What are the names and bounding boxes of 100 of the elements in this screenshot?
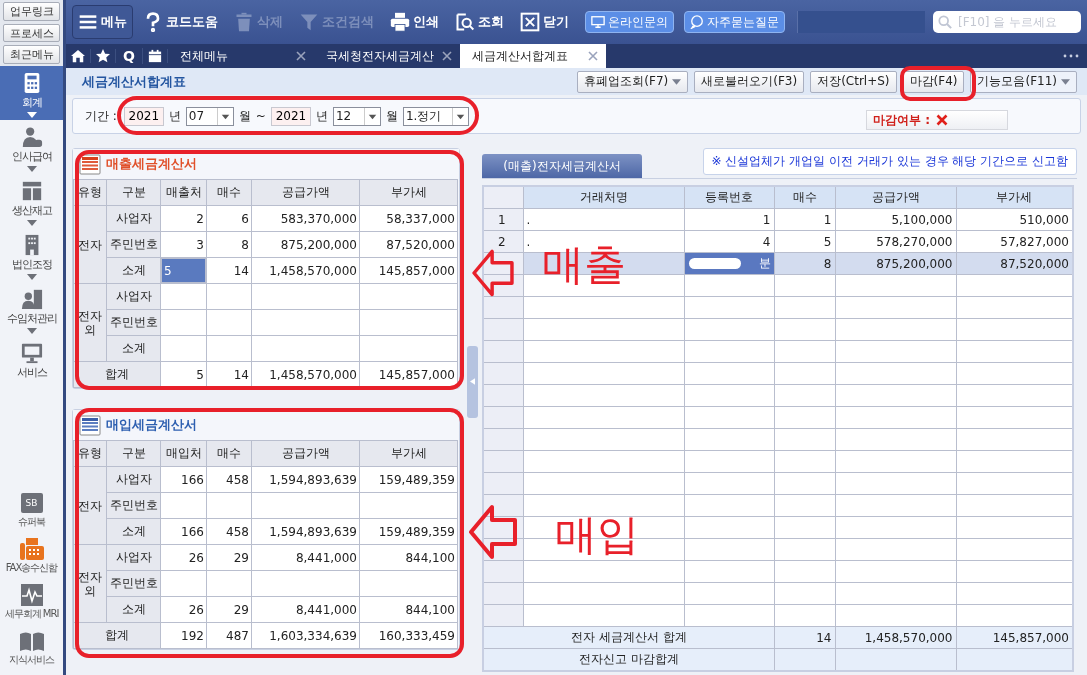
more-icon[interactable] bbox=[1063, 54, 1079, 58]
table-cell[interactable]: 1 bbox=[684, 208, 774, 231]
table-cell[interactable] bbox=[206, 492, 252, 519]
table-cell[interactable] bbox=[251, 492, 360, 519]
table-cell[interactable]: 159,489,359 bbox=[359, 466, 458, 493]
table-cell[interactable]: 192 bbox=[160, 622, 207, 649]
table-cell[interactable]: 875,200,000 bbox=[251, 231, 360, 258]
year-field[interactable]: 2021 bbox=[123, 106, 164, 126]
quick-link-button[interactable]: 프로세스 bbox=[3, 23, 60, 43]
action-button[interactable]: 마감(F4) bbox=[902, 70, 965, 93]
toolbar-button[interactable]: 인쇄 bbox=[384, 5, 445, 39]
table-cell[interactable] bbox=[251, 283, 360, 310]
quick-link-button[interactable]: 업무링크 bbox=[3, 2, 60, 21]
table-cell[interactable]: 58,337,000 bbox=[359, 205, 458, 232]
table-cell[interactable] bbox=[359, 309, 458, 336]
search-field[interactable]: [F10] 을 누르세요 bbox=[933, 11, 1081, 33]
table-cell[interactable] bbox=[251, 570, 360, 597]
table-cell[interactable]: 159,489,359 bbox=[359, 518, 458, 545]
table-cell[interactable] bbox=[206, 570, 252, 597]
quick-link-button[interactable]: 최근메뉴 bbox=[3, 45, 60, 64]
close-icon[interactable] bbox=[295, 51, 306, 61]
module-menu-item[interactable]: 법인조정 bbox=[0, 228, 63, 282]
table-cell[interactable]: 166 bbox=[160, 518, 207, 545]
table-cell[interactable] bbox=[160, 570, 207, 597]
table-cell[interactable]: 844,100 bbox=[359, 596, 458, 623]
action-button[interactable]: 저장(Ctrl+S) bbox=[810, 70, 897, 93]
close-icon[interactable] bbox=[587, 51, 598, 61]
module-menu-item[interactable]: 서비스 bbox=[0, 336, 63, 390]
service-shortcut[interactable]: 세무회계 MRI bbox=[0, 583, 63, 629]
toolbar-button[interactable]: 닫기 bbox=[514, 5, 575, 39]
close-icon[interactable] bbox=[441, 51, 452, 61]
table-cell[interactable]: 458 bbox=[206, 518, 252, 545]
document-tab[interactable]: 전체메뉴 bbox=[167, 44, 314, 68]
table-cell[interactable]: 8 bbox=[206, 231, 252, 258]
table-cell[interactable]: 458 bbox=[206, 466, 252, 493]
table-cell[interactable]: 1,594,893,639 bbox=[251, 518, 360, 545]
caret-icon bbox=[26, 220, 37, 226]
document-tab[interactable]: 세금계산서합계표 bbox=[459, 44, 606, 68]
quick-search-button[interactable]: Q bbox=[116, 48, 143, 64]
table-cell[interactable] bbox=[206, 309, 252, 336]
table-cell[interactable] bbox=[160, 283, 207, 310]
unit-label: 년 bbox=[315, 107, 328, 125]
module-menu-item[interactable]: 생산재고 bbox=[0, 174, 63, 228]
year-field[interactable]: 2021 bbox=[270, 106, 311, 126]
table-cell[interactable]: 2 bbox=[160, 205, 207, 232]
table-cell[interactable]: 29 bbox=[206, 596, 252, 623]
table-cell[interactable]: 583,370,000 bbox=[251, 205, 360, 232]
service-shortcut[interactable]: 지식서비스 bbox=[0, 629, 63, 675]
table-cell[interactable]: 844,100 bbox=[359, 544, 458, 571]
table-cell[interactable]: 578,270,000 bbox=[835, 230, 956, 253]
table-cell[interactable]: 1,458,570,000 bbox=[251, 257, 360, 284]
table-cell[interactable] bbox=[160, 309, 207, 336]
table-cell[interactable]: 145,857,000 bbox=[359, 257, 458, 284]
table-cell[interactable] bbox=[359, 283, 458, 310]
table-cell[interactable] bbox=[160, 335, 207, 362]
table-cell[interactable]: 4 bbox=[684, 230, 774, 253]
table-cell[interactable]: 5,100,000 bbox=[835, 208, 956, 231]
table-cell[interactable]: 8,441,000 bbox=[251, 596, 360, 623]
list-tab[interactable]: (매출)전자세금계산서 bbox=[482, 154, 642, 178]
table-cell[interactable]: 1 bbox=[774, 208, 835, 231]
table-cell[interactable]: 487 bbox=[206, 622, 252, 649]
table-cell[interactable]: 5 bbox=[774, 230, 835, 253]
module-menu-item[interactable]: 수임처관리 bbox=[0, 282, 63, 336]
table-cell[interactable] bbox=[160, 492, 207, 519]
table-cell[interactable] bbox=[206, 335, 252, 362]
toolbar-button[interactable]: 조회 bbox=[449, 5, 510, 39]
table-cell[interactable]: 1,603,334,639 bbox=[251, 622, 360, 649]
action-button[interactable]: 새로불러오기(F3) bbox=[694, 70, 805, 93]
panel-splitter[interactable] bbox=[466, 345, 478, 418]
table-cell[interactable]: 14 bbox=[206, 257, 252, 284]
table-cell[interactable] bbox=[359, 335, 458, 362]
table-cell[interactable]: 160,333,459 bbox=[359, 622, 458, 649]
table-cell[interactable]: 6 bbox=[206, 205, 252, 232]
action-button[interactable]: 휴폐업조회(F7) bbox=[577, 70, 689, 93]
action-button[interactable]: 기능모음(F11) bbox=[970, 70, 1077, 93]
table-cell[interactable] bbox=[206, 283, 252, 310]
table-cell[interactable]: 26 bbox=[160, 544, 207, 571]
table-cell[interactable]: 8,441,000 bbox=[251, 544, 360, 571]
month-dropdown[interactable]: 07 bbox=[185, 106, 234, 126]
month-dropdown[interactable]: 12 bbox=[332, 106, 381, 126]
toolbar-button[interactable]: 코드도움 bbox=[137, 5, 224, 39]
table-cell[interactable]: 1,594,893,639 bbox=[251, 466, 360, 493]
toolbar-button[interactable]: 메뉴 bbox=[72, 5, 133, 39]
module-menu-item[interactable]: 회계 bbox=[0, 66, 63, 120]
table-cell[interactable] bbox=[251, 335, 360, 362]
table-cell[interactable] bbox=[359, 570, 458, 597]
table-cell[interactable]: 166 bbox=[160, 466, 207, 493]
table-cell[interactable]: 26 bbox=[160, 596, 207, 623]
service-shortcut[interactable]: SB 슈퍼북 bbox=[0, 491, 63, 537]
table-cell[interactable]: 87,520,000 bbox=[359, 231, 458, 258]
document-tab[interactable]: 국세청전자세금계산 bbox=[313, 44, 460, 68]
period-type-dropdown[interactable]: 1.정기 bbox=[402, 106, 469, 126]
table-cell[interactable] bbox=[359, 492, 458, 519]
table-cell[interactable]: 3 bbox=[160, 231, 207, 258]
table-cell[interactable]: 29 bbox=[206, 544, 252, 571]
table-cell[interactable]: 5 bbox=[161, 258, 206, 283]
service-shortcut[interactable]: FAX송수신함 bbox=[0, 537, 63, 583]
table-cell[interactable]: . bbox=[523, 208, 684, 231]
module-menu-item[interactable]: 인사급여 bbox=[0, 120, 63, 174]
table-cell[interactable] bbox=[251, 309, 360, 336]
